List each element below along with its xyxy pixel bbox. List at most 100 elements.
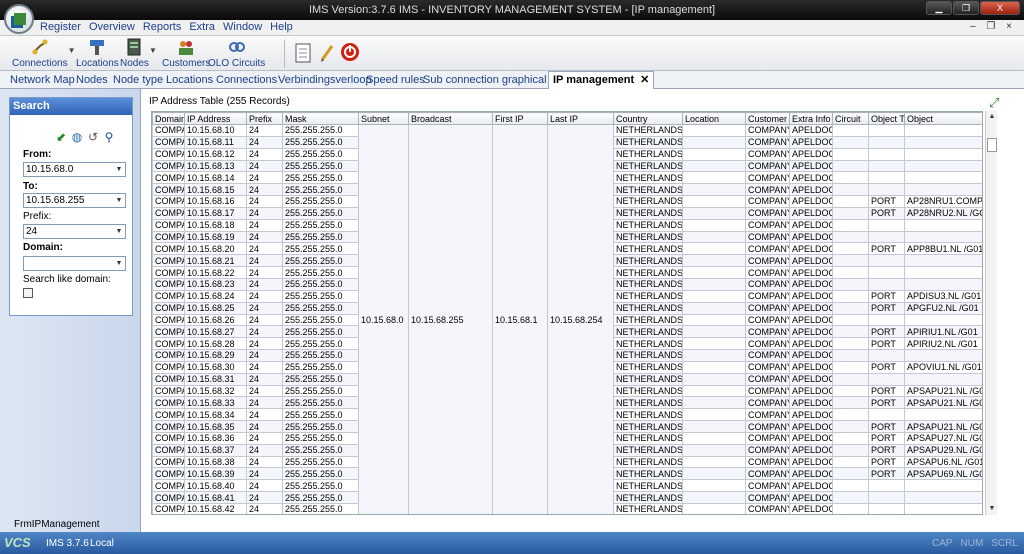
location-cell bbox=[682, 360, 746, 374]
location-cell bbox=[682, 420, 746, 433]
prefix-combo[interactable]: 24 ▼ bbox=[23, 224, 126, 239]
menu-overview[interactable]: Overview bbox=[89, 21, 135, 33]
chevron-down-icon[interactable]: ▼ bbox=[149, 46, 157, 55]
tab-connections[interactable]: Connections bbox=[212, 72, 281, 88]
minimize-button[interactable]: ▁ bbox=[926, 1, 952, 15]
restore-button[interactable]: ❐ bbox=[953, 1, 979, 15]
chevron-down-icon[interactable]: ▼ bbox=[113, 257, 125, 270]
chevron-down-icon[interactable]: ▼ bbox=[113, 225, 125, 238]
object-cell bbox=[904, 147, 982, 161]
extra-info-cell: APELDOO bbox=[789, 254, 833, 268]
search-like-domain-checkbox[interactable] bbox=[23, 288, 33, 298]
column-header[interactable]: Country bbox=[613, 112, 683, 125]
olo-circuits-button[interactable]: OLO Circuits bbox=[208, 38, 265, 69]
object-cell: APGFU2.NL /G01 bbox=[904, 301, 982, 315]
connections-button[interactable]: Connections ▼ bbox=[12, 38, 76, 69]
object-cell bbox=[904, 408, 982, 422]
scroll-up-icon[interactable]: ▲ bbox=[986, 111, 998, 123]
column-header[interactable]: Subnet bbox=[358, 112, 409, 125]
mdi-controls[interactable]: – ❐ × bbox=[970, 21, 1016, 32]
column-header[interactable]: Circuit bbox=[832, 112, 869, 125]
scroll-thumb[interactable] bbox=[987, 138, 997, 152]
tab-network-map[interactable]: Network Map bbox=[6, 72, 79, 88]
ip-address-cell: 10.15.68.16 bbox=[184, 195, 247, 208]
last-ip-cell: 10.15.68.254 bbox=[547, 124, 614, 514]
domain-cell: COMPA bbox=[152, 467, 185, 481]
domain-cell: COMPA bbox=[152, 360, 185, 374]
object-type-cell bbox=[868, 277, 905, 291]
menu-register[interactable]: Register bbox=[40, 21, 81, 33]
menu-extra[interactable]: Extra bbox=[189, 21, 215, 33]
broadcast-cell: 10.15.68.255 bbox=[408, 124, 493, 514]
column-header[interactable]: Mask bbox=[282, 112, 359, 125]
binoculars-icon[interactable]: ⚲ bbox=[102, 131, 116, 143]
scroll-down-icon[interactable]: ▼ bbox=[986, 503, 998, 515]
chevron-down-icon[interactable]: ▼ bbox=[113, 194, 125, 207]
app-logo-icon[interactable] bbox=[4, 4, 34, 34]
customer-cell: COMPANY bbox=[745, 183, 790, 197]
mask-cell: 255.255.255.0 bbox=[282, 301, 359, 315]
object-cell bbox=[904, 479, 982, 493]
refresh-icon[interactable]: ↺ bbox=[86, 131, 100, 143]
search-like-domain-label: Search like domain: bbox=[23, 274, 111, 285]
column-header[interactable]: Customer bbox=[745, 112, 790, 125]
nodes-button[interactable]: Nodes ▼ bbox=[120, 38, 157, 69]
tab-node-type[interactable]: Node type bbox=[109, 72, 167, 88]
tab-nodes[interactable]: Nodes bbox=[72, 72, 112, 88]
document-icon[interactable] bbox=[294, 43, 312, 63]
customer-cell: COMPANY bbox=[745, 467, 790, 481]
power-icon[interactable] bbox=[340, 42, 360, 62]
expand-icon[interactable]: ⤢ bbox=[989, 95, 999, 111]
column-header[interactable]: IP Address bbox=[184, 112, 247, 125]
column-header[interactable]: Last IP bbox=[547, 112, 614, 125]
customers-button[interactable]: Customers bbox=[162, 38, 210, 69]
column-header[interactable]: First IP bbox=[492, 112, 548, 125]
column-header[interactable]: Prefix bbox=[246, 112, 283, 125]
column-header[interactable]: Object bbox=[904, 112, 982, 125]
close-button[interactable]: X bbox=[980, 1, 1020, 15]
extra-info-cell: APELDOO bbox=[789, 230, 833, 244]
menu-reports[interactable]: Reports bbox=[143, 21, 182, 33]
ip-address-grid[interactable]: Domain IP Address Prefix Mask Subnet Broadcas… bbox=[151, 111, 983, 515]
tab-ip-management[interactable]: IP management ✕ bbox=[548, 71, 655, 89]
extra-info-cell: APELDOO bbox=[789, 159, 833, 173]
column-header[interactable]: Extra Info bbox=[789, 112, 833, 125]
column-header[interactable]: Object Ty bbox=[868, 112, 905, 125]
circuit-cell bbox=[832, 372, 869, 386]
tab-locations[interactable]: Locations bbox=[162, 72, 217, 88]
object-type-cell: PORT bbox=[868, 360, 905, 374]
tab-verbindingsverloop[interactable]: Verbindingsverloop bbox=[274, 72, 376, 88]
to-combo[interactable]: 10.15.68.255 ▼ bbox=[23, 193, 126, 208]
customer-cell: COMPANY bbox=[745, 503, 790, 514]
locations-button[interactable]: Locations bbox=[76, 38, 119, 69]
domain-combo[interactable]: ▼ bbox=[23, 256, 126, 271]
country-cell: NETHERLANDS bbox=[613, 396, 683, 410]
main-client-area: Search ⬋ ◍ ↺ ⚲ From: 10.15.68.0 ▼ To: 10.… bbox=[0, 89, 1024, 532]
mask-cell: 255.255.255.0 bbox=[282, 195, 359, 208]
column-header[interactable]: Domain bbox=[152, 112, 185, 125]
domain-cell: COMPA bbox=[152, 337, 185, 351]
customer-cell: COMPANY bbox=[745, 337, 790, 351]
globe-icon[interactable]: ◍ bbox=[70, 131, 84, 143]
column-header[interactable]: Location bbox=[682, 112, 746, 125]
pencil-icon[interactable] bbox=[318, 43, 336, 63]
menu-help[interactable]: Help bbox=[270, 21, 293, 33]
prefix-cell: 24 bbox=[246, 277, 283, 291]
circuit-cell bbox=[832, 289, 869, 303]
arrow-back-icon[interactable]: ⬋ bbox=[54, 131, 68, 143]
from-combo[interactable]: 10.15.68.0 ▼ bbox=[23, 162, 126, 177]
mask-cell: 255.255.255.0 bbox=[282, 218, 359, 232]
table-row[interactable]: COMPA 10.15.68.10 24 255.255.255.0 10.15.68.… bbox=[152, 124, 982, 514]
column-header[interactable]: Broadcast bbox=[408, 112, 493, 125]
extra-info-cell: APELDOO bbox=[789, 420, 833, 433]
vertical-scrollbar[interactable]: ▲ ▼ bbox=[985, 111, 997, 515]
menu-window[interactable]: Window bbox=[223, 21, 262, 33]
customer-cell: COMPANY bbox=[745, 289, 790, 303]
customer-cell: COMPANY bbox=[745, 135, 790, 149]
object-type-cell bbox=[868, 171, 905, 185]
location-cell bbox=[682, 254, 746, 268]
chevron-down-icon[interactable]: ▼ bbox=[113, 163, 125, 176]
chevron-down-icon[interactable]: ▼ bbox=[68, 46, 76, 55]
close-icon[interactable]: ✕ bbox=[640, 74, 649, 86]
prefix-label: Prefix: bbox=[23, 211, 52, 222]
